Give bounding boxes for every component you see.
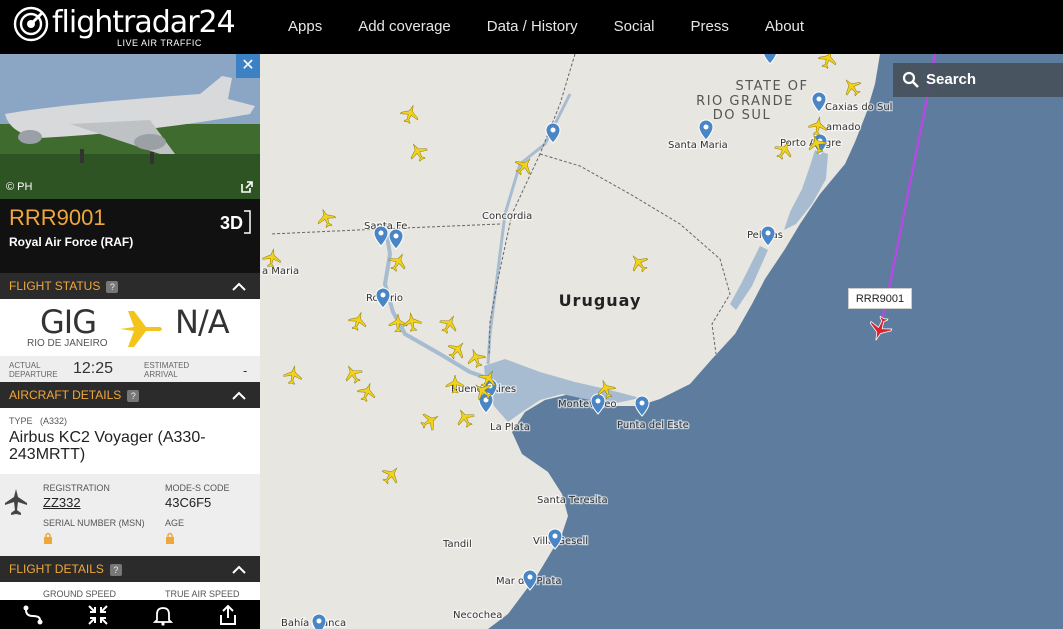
place-label: Montevideo [558, 399, 616, 410]
panel-toolbar [0, 600, 260, 629]
search-icon [902, 71, 919, 88]
type-code: (A332) [40, 416, 68, 426]
nav-about[interactable]: About [747, 0, 822, 54]
main-nav: Apps Add coverage Data / History Social … [270, 0, 822, 54]
place-label: a Maria [262, 266, 299, 277]
external-link-icon[interactable] [240, 180, 254, 194]
nav-add-coverage[interactable]: Add coverage [340, 0, 469, 54]
chevron-up-icon[interactable] [232, 273, 246, 299]
flightradar24-logo[interactable]: flightradar24 LIVE AIR TRAFFIC [13, 5, 236, 50]
origin-city: RIO DE JANEIRO [27, 338, 108, 349]
nav-apps[interactable]: Apps [270, 0, 340, 54]
alert-button[interactable] [130, 600, 195, 629]
callsign: RRR9001 [9, 205, 106, 230]
flight-details-header[interactable]: FLIGHT DETAILS? [0, 556, 260, 582]
estimated-label: ESTIMATED [144, 361, 190, 370]
route-summary: GIG RIO DE JANEIRO N/A [0, 299, 260, 356]
section-title: FLIGHT DETAILS [9, 562, 104, 576]
place-label: amado [826, 122, 860, 133]
region-label-line2: RIO GRANDE [696, 94, 794, 109]
ground-speed-label: GROUND SPEED [43, 589, 117, 599]
bell-icon [152, 606, 173, 626]
place-label: Santa Teresita [537, 495, 608, 506]
country-label-uruguay: Uruguay [559, 291, 642, 310]
airport-pin-icon[interactable] [311, 613, 327, 629]
chevron-up-icon[interactable] [232, 382, 246, 408]
type-label: TYPE (A332) [9, 416, 251, 426]
nav-data-history[interactable]: Data / History [469, 0, 596, 54]
section-title: AIRCRAFT DETAILS [9, 388, 122, 402]
route-button[interactable] [0, 600, 65, 629]
selected-callsign-tag[interactable]: RRR9001 [848, 288, 912, 309]
departure-label: ACTUAL DEPARTURE [9, 361, 58, 379]
3d-view-icon[interactable]: 3D [219, 207, 251, 235]
svg-text:3D: 3D [220, 213, 243, 233]
search-button[interactable]: Search [893, 63, 1063, 97]
destination-code: N/A [175, 303, 230, 341]
section-title: FLIGHT STATUS [9, 279, 101, 293]
place-label: Necochea [453, 610, 502, 621]
region-label-line1: STATE OF [735, 79, 808, 94]
flight-info-panel: ✕ © PH RRR9001 Royal Air Force (RAF) 3D … [0, 54, 260, 629]
arrival-label: ESTIMATED ARRIVAL [144, 361, 189, 379]
type-name: Airbus KC2 Voyager (A330-243MRTT) [9, 429, 206, 463]
registration-label: REGISTRATION [43, 483, 110, 493]
aircraft-photo-image [0, 54, 260, 199]
registration-block: REGISTRATION ZZ332 MODE-S CODE 43C6F5 SE… [0, 474, 260, 556]
registration-link[interactable]: ZZ332 [43, 495, 81, 510]
flight-identity: RRR9001 Royal Air Force (RAF) 3D [0, 199, 260, 273]
origin-code[interactable]: GIG [40, 303, 97, 341]
aircraft-photo[interactable]: ✕ © PH [0, 54, 260, 199]
radar-logo-icon [13, 6, 49, 42]
modes-label: MODE-S CODE [165, 483, 230, 493]
logo-wordmark: flightradar24 [52, 5, 236, 40]
actual-label: ACTUAL [9, 361, 41, 370]
lock-icon[interactable] [43, 532, 53, 544]
flight-details-speeds: GROUND SPEED TRUE AIR SPEED [0, 582, 260, 602]
place-label: Punta del Este [617, 420, 689, 431]
chevron-up-icon[interactable] [232, 556, 246, 582]
airline-name: Royal Air Force (RAF) [9, 235, 134, 249]
nav-press[interactable]: Press [673, 0, 747, 54]
arrival-word: ARRIVAL [144, 370, 178, 379]
share-button[interactable] [195, 600, 260, 629]
modes-code: 43C6F5 [165, 495, 212, 510]
aircraft-details-header[interactable]: AIRCRAFT DETAILS? [0, 382, 260, 408]
place-label: La Plata [490, 422, 530, 433]
share-icon [219, 604, 236, 625]
help-icon[interactable]: ? [106, 281, 119, 293]
top-navigation-bar: flightradar24 LIVE AIR TRAFFIC Apps Add … [0, 0, 1063, 54]
aircraft-type: TYPE (A332) Airbus KC2 Voyager (A330-243… [0, 408, 260, 474]
place-label: Tandil [442, 539, 472, 550]
flightradar-app: flightradar24 LIVE AIR TRAFFIC Apps Add … [0, 0, 1063, 629]
true-air-speed-label: TRUE AIR SPEED [165, 589, 240, 599]
type-key: TYPE [9, 416, 33, 426]
departure-arrival-times: ACTUAL DEPARTURE 12:25 ESTIMATED ARRIVAL - [0, 356, 260, 382]
compress-arrows-icon [87, 604, 108, 625]
help-icon[interactable]: ? [109, 564, 122, 576]
nav-social[interactable]: Social [596, 0, 673, 54]
arrival-time: - [243, 363, 248, 378]
follow-button[interactable] [65, 600, 130, 629]
departure-word: DEPARTURE [9, 370, 58, 379]
route-icon [23, 605, 42, 624]
region-label-line3: DO SUL [713, 108, 771, 123]
aircraft-icon [5, 489, 27, 515]
place-label: Concordia [482, 211, 532, 222]
departure-time: 12:25 [73, 360, 114, 377]
airplane-icon [120, 311, 162, 347]
serial-label: SERIAL NUMBER (MSN) [43, 518, 145, 528]
place-label: Santa Maria [668, 140, 728, 151]
close-panel-icon[interactable]: ✕ [236, 54, 260, 78]
flight-status-header[interactable]: FLIGHT STATUS? [0, 273, 260, 299]
place-label: Caxias do Sul [825, 102, 892, 113]
logo-tagline: LIVE AIR TRAFFIC [117, 38, 202, 48]
lock-icon[interactable] [165, 532, 175, 544]
age-label: AGE [165, 518, 185, 528]
help-icon[interactable]: ? [127, 390, 140, 402]
photo-credit: © PH [6, 181, 33, 193]
search-label: Search [926, 71, 977, 88]
